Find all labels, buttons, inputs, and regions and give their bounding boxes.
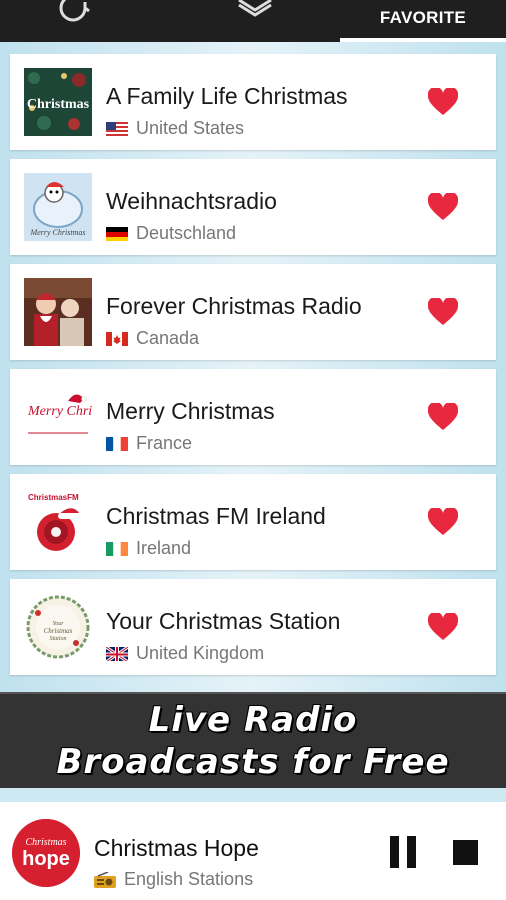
station-logo: Merry Christmas	[24, 173, 92, 241]
station-logo: Your Christmas Station	[24, 593, 92, 661]
svg-text:Merry Christmas: Merry Christmas	[30, 228, 86, 237]
heart-icon[interactable]	[428, 508, 458, 536]
station-logo	[24, 278, 92, 346]
svg-text:Christmas: Christmas	[25, 837, 66, 848]
station-country-label: United Kingdom	[136, 643, 265, 663]
heart-icon[interactable]	[428, 298, 458, 326]
fr-flag-icon	[106, 436, 128, 451]
divider	[0, 788, 506, 802]
favorite-station-list: Christmas A Family Life Christmas United…	[0, 42, 506, 692]
ie-flag-icon	[106, 541, 128, 556]
tab-layers[interactable]	[225, 0, 285, 42]
layers-icon	[238, 0, 272, 17]
uk-flag-icon	[106, 646, 128, 661]
station-name: Christmas FM Ireland	[106, 503, 326, 529]
top-tab-bar: FAVORITE	[0, 0, 506, 42]
svg-text:Christmas: Christmas	[27, 97, 90, 112]
now-playing-bar[interactable]: Christmas hope Christmas Hope English St…	[0, 802, 506, 900]
station-country: United States	[106, 118, 244, 139]
station-logo: Christmas	[24, 68, 92, 136]
station-card[interactable]: Your Christmas Station Your Christmas St…	[10, 579, 496, 675]
station-country: United Kingdom	[106, 643, 264, 664]
station-card[interactable]: ChristmasFM Christmas FM Ireland Ireland	[10, 474, 496, 570]
svg-text:Station: Station	[49, 636, 66, 642]
station-country: Canada	[106, 328, 199, 349]
station-country-label: Deutschland	[136, 223, 237, 243]
promo-banner: Live Radio Broadcasts for Free	[0, 692, 506, 790]
svg-text:ChristmasFM: ChristmasFM	[28, 493, 79, 502]
tab-history[interactable]	[55, 0, 115, 42]
station-country: France	[106, 433, 192, 454]
station-name: Forever Christmas Radio	[106, 293, 362, 319]
ca-flag-icon	[106, 331, 128, 346]
station-logo: ChristmasFM	[24, 488, 92, 556]
station-card[interactable]: Merry Christmas Weihnachtsradio Deutschl…	[10, 159, 496, 255]
banner-line-1: Live Radio	[148, 700, 358, 740]
station-country-label: Canada	[136, 328, 200, 348]
pause-icon	[390, 836, 399, 868]
station-country-label: France	[136, 433, 193, 453]
us-flag-icon	[106, 121, 128, 136]
station-country: Deutschland	[106, 223, 236, 244]
station-card[interactable]: Forever Christmas Radio Canada	[10, 264, 496, 360]
now-playing-logo: Christmas hope	[12, 819, 80, 887]
de-flag-icon	[106, 226, 128, 241]
pause-button[interactable]	[390, 836, 418, 868]
svg-text:Merry Christmas: Merry Christmas	[27, 404, 92, 419]
station-name: Weihnachtsradio	[106, 188, 277, 214]
pause-icon-bar	[407, 836, 416, 868]
now-playing-title: Christmas Hope	[94, 835, 259, 861]
station-name: A Family Life Christmas	[106, 83, 348, 109]
stop-button[interactable]	[453, 840, 478, 865]
heart-icon[interactable]	[428, 193, 458, 221]
station-country-label: United States	[136, 118, 245, 138]
history-icon	[59, 0, 90, 22]
station-name: Your Christmas Station	[106, 608, 341, 634]
heart-icon[interactable]	[428, 403, 458, 431]
radio-icon	[94, 870, 116, 888]
station-name: Merry Christmas	[106, 398, 275, 424]
station-logo: Merry Christmas	[24, 383, 92, 451]
station-country-label: Ireland	[136, 538, 192, 558]
heart-icon[interactable]	[428, 88, 458, 116]
now-playing-subtitle: English Stations	[94, 869, 253, 890]
tab-favorite[interactable]: FAVORITE	[340, 0, 506, 42]
banner-line-2: Broadcasts for Free	[56, 742, 450, 782]
station-card[interactable]: Christmas A Family Life Christmas United…	[10, 54, 496, 150]
tab-favorite-label: FAVORITE	[379, 8, 467, 27]
station-card[interactable]: Merry Christmas Merry Christmas France	[10, 369, 496, 465]
svg-text:Christmas: Christmas	[44, 627, 73, 635]
station-country: Ireland	[106, 538, 191, 559]
now-playing-category: English Stations	[124, 869, 254, 889]
heart-icon[interactable]	[428, 613, 458, 641]
svg-text:hope: hope	[22, 848, 70, 870]
